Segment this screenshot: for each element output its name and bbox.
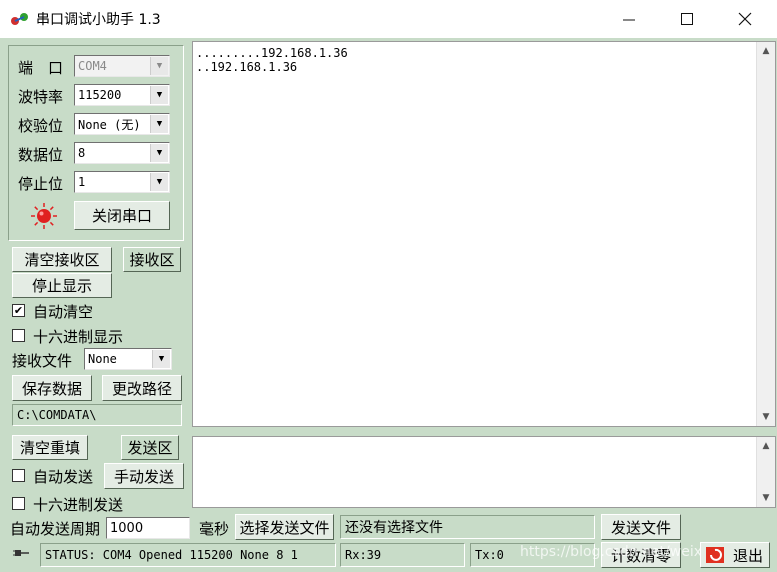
send-period-unit: 毫秒: [199, 520, 230, 538]
stop-display-button[interactable]: 停止显示: [12, 273, 112, 298]
chevron-down-icon: ▼: [150, 144, 168, 162]
databits-select[interactable]: 8 ▼: [74, 142, 170, 164]
send-period-label: 自动发送周期: [10, 520, 101, 538]
auto-send-label: 自动发送: [33, 468, 94, 486]
window-title: 串口调试小助手 1.3: [36, 12, 161, 28]
receive-file-label: 接收文件: [12, 352, 73, 370]
clear-send-button[interactable]: 清空重填: [12, 435, 88, 460]
chevron-down-icon: ▼: [150, 86, 168, 104]
exit-icon: [706, 547, 724, 563]
select-send-file-button[interactable]: 选择发送文件: [235, 514, 334, 540]
receive-text: .........192.168.1.36 ..192.168.1.36: [196, 46, 348, 74]
databits-value: 8: [78, 146, 86, 160]
parity-label: 校验位: [18, 117, 64, 135]
close-port-button[interactable]: 关闭串口: [74, 201, 170, 230]
port-status-led-icon: [31, 203, 57, 229]
clear-receive-button[interactable]: 清空接收区: [12, 247, 112, 272]
app-logo-icon: [11, 13, 28, 25]
send-file-button[interactable]: 发送文件: [601, 514, 681, 540]
minimize-button[interactable]: [600, 0, 658, 38]
send-textarea[interactable]: ▲ ▼: [192, 436, 776, 508]
parity-value: None (无): [78, 117, 141, 132]
port-label: 端 口: [18, 59, 64, 77]
title-bar: 串口调试小助手 1.3: [0, 0, 777, 38]
auto-send-checkbox[interactable]: [12, 469, 25, 482]
parity-select[interactable]: None (无) ▼: [74, 113, 170, 135]
send-period-value: 1000: [110, 520, 144, 536]
send-area-button[interactable]: 发送区: [121, 435, 179, 460]
scroll-down-icon[interactable]: ▼: [757, 408, 775, 426]
close-button[interactable]: [716, 0, 774, 38]
scroll-up-icon[interactable]: ▲: [757, 42, 775, 60]
receive-area-button[interactable]: 接收区: [123, 247, 181, 272]
change-path-button[interactable]: 更改路径: [102, 375, 182, 401]
stopbits-value: 1: [78, 175, 86, 189]
maximize-icon: [681, 13, 693, 25]
reset-count-button[interactable]: 计数清零: [601, 542, 681, 568]
chevron-down-icon: ▼: [152, 350, 170, 368]
chevron-down-icon: ▼: [150, 57, 168, 75]
stopbits-label: 停止位: [18, 175, 64, 193]
receive-textarea[interactable]: .........192.168.1.36 ..192.168.1.36 ▲ ▼: [192, 41, 776, 427]
chevron-down-icon: ▼: [150, 115, 168, 133]
exit-label: 退出: [733, 546, 764, 565]
port-select[interactable]: COM4 ▼: [74, 55, 170, 77]
send-file-status: 还没有选择文件: [340, 515, 595, 539]
port-value: COM4: [78, 59, 107, 73]
receive-file-select[interactable]: None ▼: [84, 348, 172, 370]
receive-file-value: None: [88, 352, 117, 366]
save-path-display: C:\COMDATA\: [12, 404, 182, 426]
baud-value: 115200: [78, 88, 122, 102]
stopbits-select[interactable]: 1 ▼: [74, 171, 170, 193]
close-icon: [738, 12, 752, 26]
send-scrollbar[interactable]: ▲ ▼: [756, 437, 775, 507]
rx-count: Rx:39: [340, 543, 465, 567]
hex-display-label: 十六进制显示: [33, 328, 124, 346]
chevron-down-icon: ▼: [150, 173, 168, 191]
send-period-input[interactable]: 1000: [106, 517, 190, 539]
hex-send-checkbox[interactable]: [12, 497, 25, 510]
save-data-button[interactable]: 保存数据: [12, 375, 92, 401]
exit-button[interactable]: 退出: [700, 542, 770, 568]
connection-plug-icon: [13, 550, 29, 556]
baud-select[interactable]: 115200 ▼: [74, 84, 170, 106]
maximize-button[interactable]: [658, 0, 716, 38]
databits-label: 数据位: [18, 146, 64, 164]
tx-count: Tx:0: [470, 543, 595, 567]
hex-display-checkbox[interactable]: [12, 329, 25, 342]
manual-send-button[interactable]: 手动发送: [104, 463, 184, 489]
receive-scrollbar[interactable]: ▲ ▼: [756, 42, 775, 426]
status-text: STATUS: COM4 Opened 115200 None 8 1: [40, 543, 336, 567]
hex-send-label: 十六进制发送: [33, 496, 124, 514]
minimize-icon: [623, 19, 635, 21]
auto-clear-label: 自动清空: [33, 303, 94, 321]
auto-clear-checkbox[interactable]: ✔: [12, 304, 25, 317]
baud-label: 波特率: [18, 88, 64, 106]
scroll-up-icon[interactable]: ▲: [757, 437, 775, 455]
scroll-down-icon[interactable]: ▼: [757, 489, 775, 507]
